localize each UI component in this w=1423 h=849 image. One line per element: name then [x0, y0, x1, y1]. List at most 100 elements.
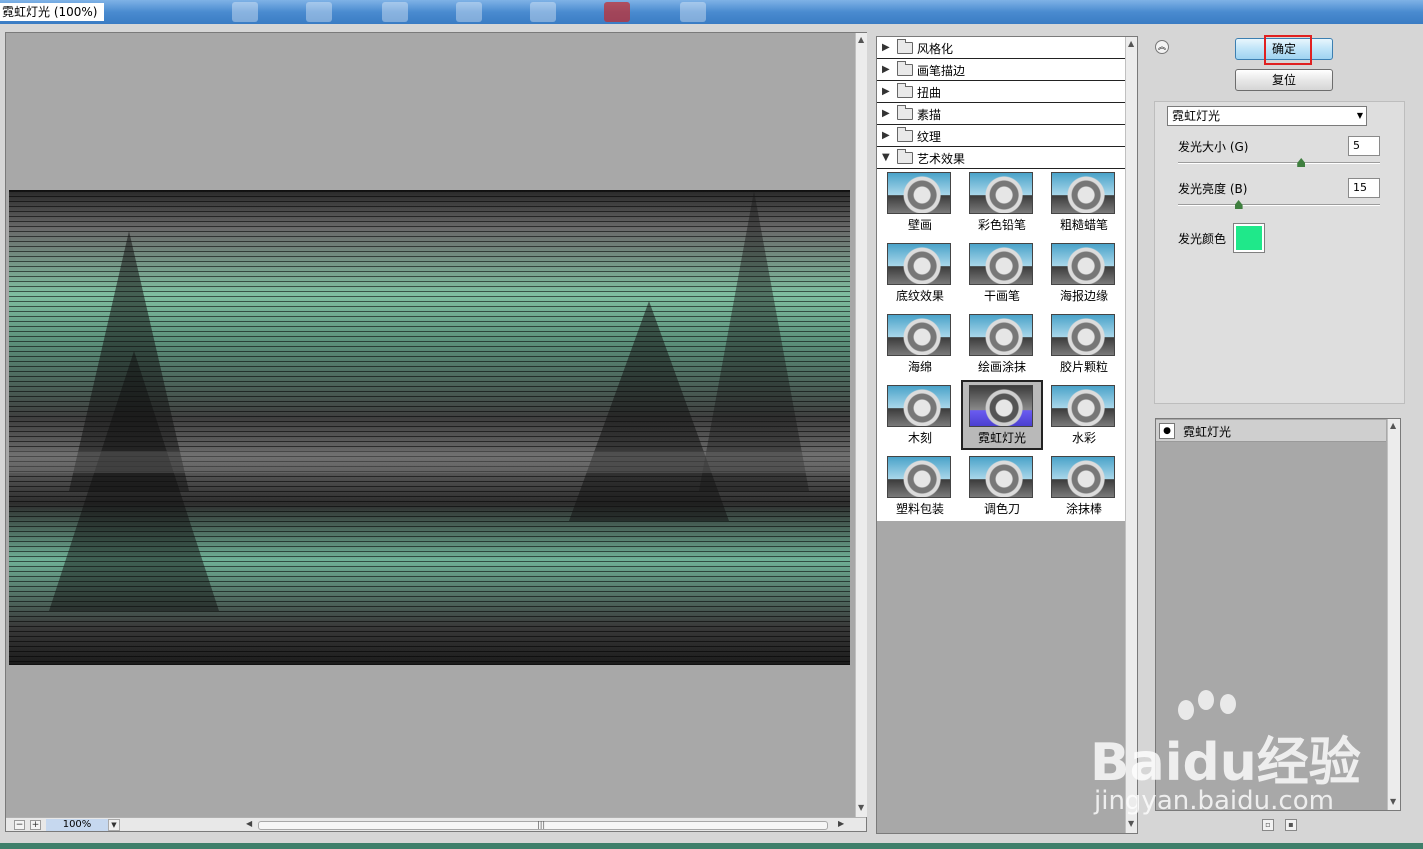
filter-thumb[interactable]: 壁画	[881, 169, 959, 237]
folder-icon	[897, 61, 913, 76]
scroll-right-icon[interactable]: ▶	[838, 819, 844, 828]
folder-open-icon	[897, 149, 913, 164]
eye-icon[interactable]: ●	[1159, 423, 1175, 439]
filter-preview-image	[887, 243, 951, 285]
scroll-down-icon[interactable]: ▼	[1128, 819, 1134, 828]
category-distort[interactable]: ▶ 扭曲	[877, 81, 1125, 103]
filter-thumb[interactable]: 木刻	[881, 382, 959, 450]
expand-triangle-icon[interactable]: ▶	[882, 108, 890, 119]
category-label: 风格化	[917, 42, 954, 56]
category-artistic[interactable]: ▼ 艺术效果	[877, 147, 1125, 169]
category-label: 艺术效果	[917, 152, 966, 166]
filter-label: 木刻	[907, 431, 932, 445]
glow-color-swatch[interactable]	[1233, 223, 1265, 253]
glow-brightness-slider[interactable]	[1178, 204, 1380, 206]
window-title: 霓虹灯光 (100%)	[0, 3, 104, 21]
grip-icon[interactable]: |||	[537, 820, 545, 829]
reset-button[interactable]: 复位	[1235, 69, 1333, 91]
filter-thumb[interactable]: 海报边缘	[1045, 240, 1123, 308]
category-label: 纹理	[917, 130, 942, 144]
scroll-up-icon[interactable]: ▲	[1128, 39, 1134, 48]
preview-vertical-scrollbar[interactable]: ▲ ▼	[855, 33, 867, 817]
filter-label: 胶片颗粒	[1059, 360, 1108, 374]
filter-label: 霓虹灯光	[977, 431, 1026, 445]
glow-size-input[interactable]: 5	[1348, 136, 1380, 156]
folder-icon	[897, 39, 913, 54]
zoom-level[interactable]: 100%	[46, 819, 108, 831]
filter-preview-image	[887, 456, 951, 498]
filter-thumb[interactable]: 水彩	[1045, 382, 1123, 450]
filter-preview-image	[1051, 243, 1115, 285]
scroll-down-icon[interactable]: ▼	[858, 803, 864, 812]
filter-select-value: 霓虹灯光	[1172, 109, 1221, 123]
title-bar: 霓虹灯光 (100%)	[0, 0, 1423, 24]
filter-label: 壁画	[907, 218, 932, 232]
scroll-left-icon[interactable]: ◀	[246, 819, 252, 828]
expand-triangle-icon[interactable]: ▶	[882, 86, 890, 97]
filter-thumb[interactable]: 干画笔	[963, 240, 1041, 308]
chevron-down-icon[interactable]: ▼	[108, 819, 120, 831]
glow-color-fill	[1236, 226, 1262, 250]
expand-triangle-icon[interactable]: ▶	[882, 130, 890, 141]
category-sketch[interactable]: ▶ 素描	[877, 103, 1125, 125]
filter-preview-image	[887, 172, 951, 214]
preview-pane[interactable]: ▲ ▼ − + 100% ▼ ◀ ||| ▶	[5, 32, 867, 832]
layers-scrollbar[interactable]: ▲ ▼	[1387, 419, 1400, 810]
trash-icon[interactable]: ▪	[1285, 819, 1297, 831]
filter-select[interactable]: 霓虹灯光 ▼	[1167, 106, 1367, 126]
filter-thumb[interactable]: 调色刀	[963, 453, 1041, 521]
scroll-down-icon[interactable]: ▼	[1390, 797, 1396, 806]
filter-preview-image	[969, 243, 1033, 285]
effect-layer-row[interactable]: ● 霓虹灯光	[1156, 420, 1386, 442]
folder-icon	[897, 83, 913, 98]
filter-label: 塑料包装	[895, 502, 944, 516]
folder-icon	[897, 127, 913, 142]
collapse-chevron-icon[interactable]: ︽	[1155, 40, 1169, 54]
filter-list-scrollbar[interactable]: ▲ ▼	[1125, 37, 1137, 833]
filter-thumb-selected[interactable]: 霓虹灯光	[961, 380, 1043, 450]
filter-label: 绘画涂抹	[977, 360, 1026, 374]
paw-icon	[1178, 700, 1194, 720]
filter-thumb[interactable]: 塑料包装	[881, 453, 959, 521]
expand-triangle-icon[interactable]: ▶	[882, 64, 890, 75]
effect-layer-name: 霓虹灯光	[1183, 425, 1232, 439]
category-stylize[interactable]: ▶ 风格化	[877, 37, 1125, 59]
tree-silhouettes	[9, 191, 850, 611]
glow-brightness-input[interactable]: 15	[1348, 178, 1380, 198]
glow-size-slider[interactable]	[1178, 162, 1380, 164]
filter-thumb[interactable]: 底纹效果	[881, 240, 959, 308]
category-label: 扭曲	[917, 86, 942, 100]
taskbar-icon	[382, 2, 408, 22]
filter-preview-image	[887, 314, 951, 356]
scroll-up-icon[interactable]: ▲	[858, 35, 864, 44]
taskbar-icon	[530, 2, 556, 22]
filter-preview-image	[1051, 172, 1115, 214]
scroll-up-icon[interactable]: ▲	[1390, 421, 1396, 430]
filter-label: 干画笔	[983, 289, 1020, 303]
filter-thumb[interactable]: 绘画涂抹	[963, 311, 1041, 379]
zoom-in-button[interactable]: +	[30, 820, 41, 830]
filter-preview-image	[969, 385, 1033, 427]
paw-icon	[1220, 694, 1236, 714]
filter-preview-image	[1051, 456, 1115, 498]
filter-label: 海绵	[907, 360, 932, 374]
paw-icon	[1198, 690, 1214, 710]
chevron-down-icon[interactable]: ▼	[1357, 107, 1363, 125]
filter-thumb[interactable]: 彩色铅笔	[963, 169, 1041, 237]
watermark-logo: Baidu经验	[1090, 733, 1361, 793]
filter-label: 水彩	[1071, 431, 1096, 445]
collapse-triangle-icon[interactable]: ▼	[882, 152, 890, 163]
preview-horizontal-scrollbar[interactable]: |||	[258, 820, 828, 830]
category-brush-strokes[interactable]: ▶ 画笔描边	[877, 59, 1125, 81]
taskbar-icon	[604, 2, 630, 22]
new-layer-icon[interactable]: ▫	[1262, 819, 1274, 831]
filter-thumb[interactable]: 涂抹棒	[1045, 453, 1123, 521]
expand-triangle-icon[interactable]: ▶	[882, 42, 890, 53]
filter-preview-image	[887, 385, 951, 427]
filter-thumb[interactable]: 胶片颗粒	[1045, 311, 1123, 379]
zoom-out-button[interactable]: −	[14, 820, 25, 830]
category-texture[interactable]: ▶ 纹理	[877, 125, 1125, 147]
filter-thumb[interactable]: 粗糙蜡笔	[1045, 169, 1123, 237]
filter-label: 彩色铅笔	[977, 218, 1026, 232]
filter-thumb[interactable]: 海绵	[881, 311, 959, 379]
